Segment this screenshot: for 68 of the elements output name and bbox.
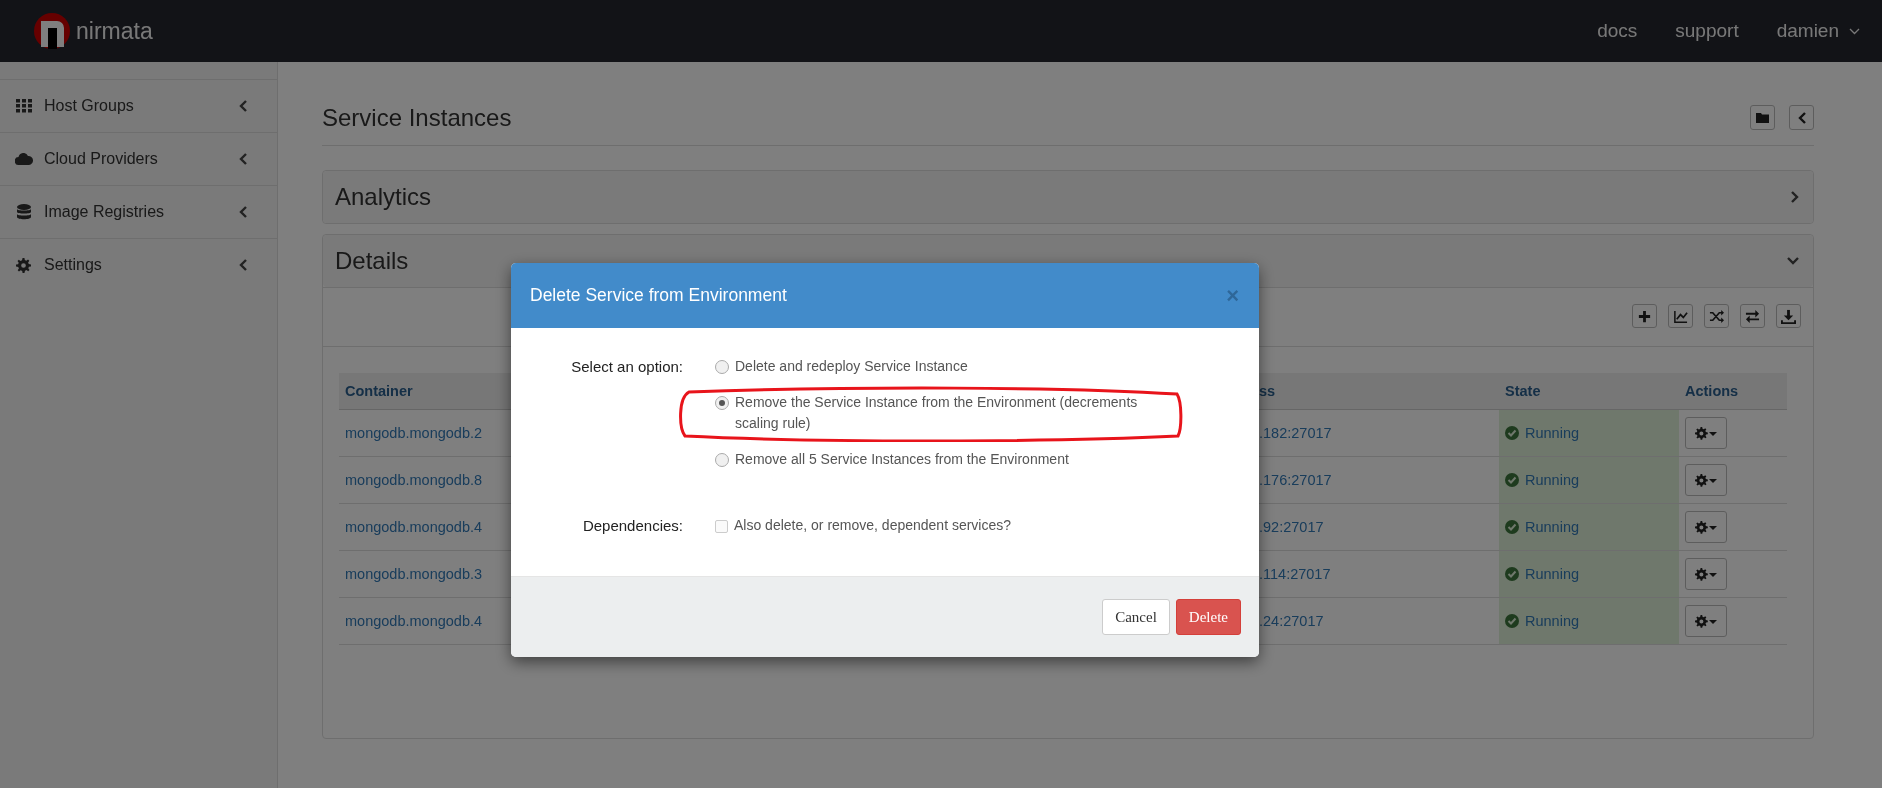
gear-icon: [1695, 614, 1717, 628]
field-label: Dependencies:: [581, 516, 683, 536]
toolbar-button[interactable]: [1668, 304, 1693, 328]
container-link[interactable]: mongodb.mongodb.3: [345, 566, 483, 582]
page-title: Service Instances: [322, 103, 513, 132]
actions-dropdown[interactable]: [1685, 417, 1727, 449]
toolbar-button[interactable]: [1632, 304, 1657, 328]
caret-icon: [1849, 27, 1860, 35]
radio-option[interactable]: Remove all 5 Service Instances from the Environment: [715, 449, 1155, 470]
sidebar-item[interactable]: Host Groups: [0, 79, 277, 132]
radio-button[interactable]: [715, 360, 729, 374]
container-link[interactable]: mongodb.mongodb.4: [345, 519, 483, 535]
column-header: Actions: [1679, 373, 1787, 410]
dialog-title: Delete Service from Environment: [530, 285, 788, 306]
check-circle-icon: [1505, 426, 1519, 440]
actions-dropdown[interactable]: [1685, 558, 1727, 590]
logo-icon: [34, 13, 70, 49]
column-header: State: [1499, 373, 1679, 410]
checkbox[interactable]: [715, 520, 728, 533]
sidebar-item[interactable]: Settings: [0, 238, 277, 291]
cancel-button[interactable]: Cancel: [1102, 599, 1170, 635]
actions-dropdown[interactable]: [1685, 605, 1727, 637]
brand-name: nirmata: [76, 17, 153, 45]
nav-link[interactable]: support: [1675, 20, 1739, 42]
shuffle-icon: [1709, 308, 1724, 324]
swap-arrows-icon: [1745, 308, 1760, 324]
container-link[interactable]: mongodb.mongodb.2: [345, 425, 483, 441]
folder-icon: [1756, 112, 1769, 123]
gear-icon: [1695, 520, 1717, 534]
toolbar-button[interactable]: [1704, 304, 1729, 328]
state-text: Running: [1525, 519, 1579, 535]
container-link[interactable]: mongodb.mongodb.8: [345, 472, 483, 488]
state-text: Running: [1525, 566, 1579, 582]
check-circle-icon: [1505, 567, 1519, 581]
gear-icon: [1695, 567, 1717, 581]
toolbar-button[interactable]: [1740, 304, 1765, 328]
database-icon: [16, 203, 31, 221]
radio-button[interactable]: [715, 453, 729, 467]
panel-header[interactable]: Analytics: [323, 171, 1813, 223]
check-circle-icon: [1505, 520, 1519, 534]
download-icon: [1781, 308, 1796, 324]
check-circle-icon: [1505, 473, 1519, 487]
actions-dropdown[interactable]: [1685, 464, 1727, 496]
state-text: Running: [1525, 613, 1579, 629]
settings-icon: [16, 257, 31, 273]
container-link[interactable]: mongodb.mongodb.4: [345, 613, 483, 629]
panel-title: Details: [335, 247, 409, 275]
check-circle-icon: [1505, 614, 1519, 628]
cloud-icon: [14, 153, 33, 165]
panel-title: Analytics: [335, 183, 432, 211]
line-chart-icon: [1673, 308, 1688, 324]
gear-icon: [1695, 426, 1717, 440]
sidebar-item[interactable]: Image Registries: [0, 185, 277, 238]
toolbar-button[interactable]: [1776, 304, 1801, 328]
folder-button[interactable]: [1750, 105, 1775, 130]
sidebar-item[interactable]: Cloud Providers: [0, 132, 277, 185]
actions-dropdown[interactable]: [1685, 511, 1727, 543]
radio-button[interactable]: [715, 396, 729, 410]
collapse-button[interactable]: [1789, 105, 1814, 130]
gear-icon: [1695, 473, 1717, 487]
delete-button[interactable]: Delete: [1175, 599, 1241, 635]
user-menu[interactable]: damien: [1776, 20, 1860, 42]
plus-icon: [1637, 308, 1652, 324]
state-text: Running: [1525, 425, 1579, 441]
chevron-icon: [1797, 111, 1806, 124]
nav-link[interactable]: docs: [1597, 20, 1638, 42]
grid-icon: [15, 99, 32, 113]
state-text: Running: [1525, 472, 1579, 488]
